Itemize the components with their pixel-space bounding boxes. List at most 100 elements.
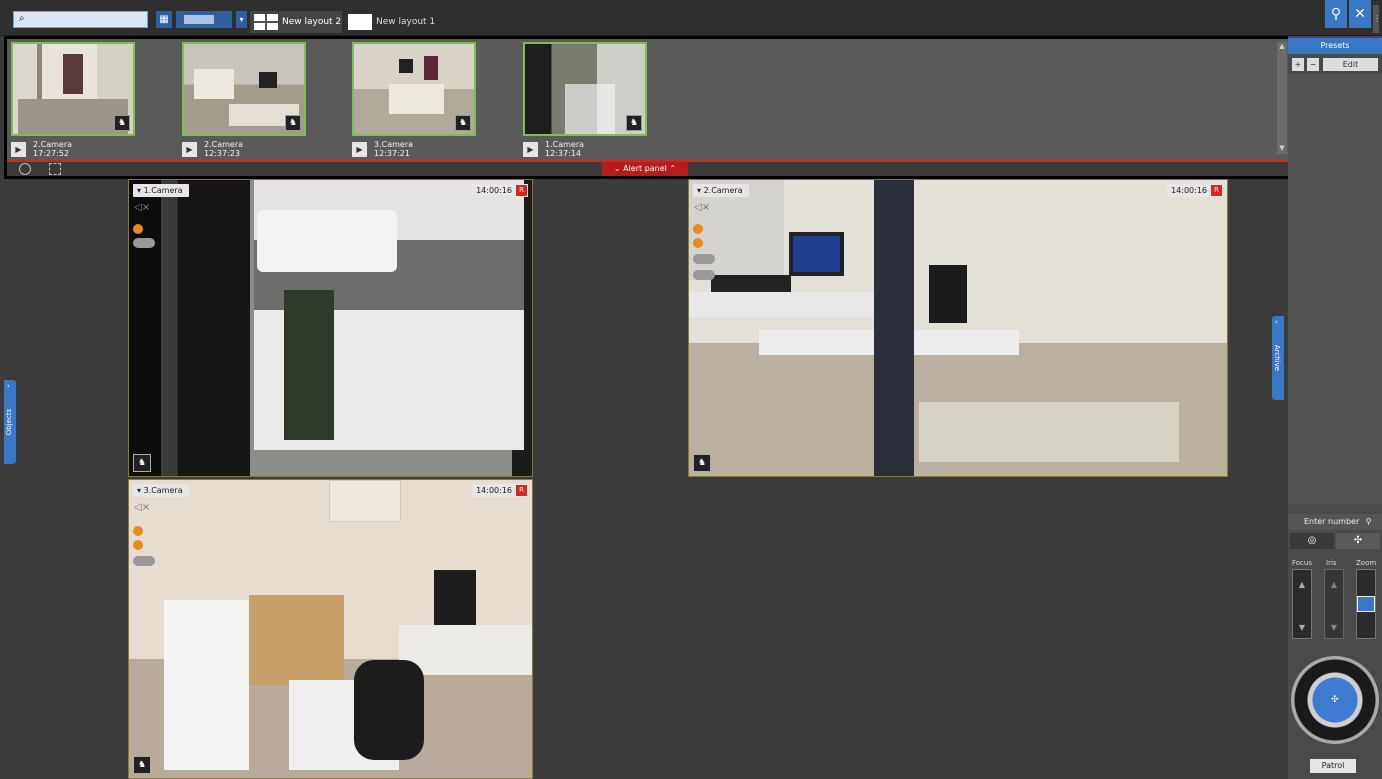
edit-preset-button[interactable]: Edit <box>1323 58 1378 71</box>
chevron-down-icon[interactable]: ▾ <box>236 11 247 28</box>
toggle-icon[interactable] <box>693 254 715 264</box>
alert-panel-toggle[interactable]: ⌄ Alert panel ⌃ <box>602 162 688 176</box>
arrow-down-icon[interactable]: ▼ <box>1293 623 1311 632</box>
alert-time: 17:27:52 <box>33 149 69 158</box>
alert-panel: ♞ ▶ 2.Camera 17:27:52 ♞ ▶ 2.Camera 12:37… <box>4 36 1293 179</box>
patrol-button[interactable]: Patrol <box>1310 759 1356 773</box>
toggle-icon[interactable] <box>133 238 155 248</box>
ptz-icon[interactable]: ♞ <box>693 454 711 472</box>
camera-title[interactable]: ▾ 3.Camera <box>133 484 189 497</box>
move-icon: ✣ <box>1331 695 1339 705</box>
objects-tab-label: Objects <box>5 408 13 436</box>
camera-timestamp: 14:00:16 R <box>472 184 528 197</box>
focus-icon[interactable] <box>49 163 61 175</box>
output-icon[interactable] <box>693 238 703 248</box>
chevron-right-icon: › <box>7 382 10 390</box>
camera-name: 3.Camera <box>143 486 183 495</box>
alert-panel-footer: ⌄ Alert panel ⌃ <box>7 162 1290 176</box>
speaker-icon[interactable]: ◁× <box>694 202 710 213</box>
layout-thumbnail-icon <box>254 14 278 30</box>
chevron-left-icon: ‹ <box>1275 318 1278 326</box>
tab-new-layout-2[interactable]: New layout 2 <box>250 11 342 33</box>
camera-tile-1[interactable]: ▾ 1.Camera 14:00:16 R ◁× ♞ <box>128 179 533 477</box>
alert-camera-name: 1.Camera <box>545 140 585 149</box>
zoom-slider-handle[interactable] <box>1357 596 1375 612</box>
pin-icon[interactable]: ⚲ <box>1366 517 1372 526</box>
grid-icon[interactable]: ▦ <box>156 11 172 28</box>
ptz-joystick[interactable]: ✣ <box>1291 656 1379 744</box>
enter-number-field[interactable]: Enter number ⚲ <box>1288 514 1382 530</box>
speaker-icon[interactable]: ◁× <box>134 202 150 213</box>
alert-thumbnail[interactable]: ♞ <box>11 42 135 136</box>
output-icon[interactable] <box>133 224 143 234</box>
top-toolbar: ⌕ ▦ ▾ New layout 2 New layout 1 ⚲ ✕ ⋮ <box>0 0 1382 36</box>
timestamp-text: 14:00:16 <box>476 486 512 495</box>
layout-picker-button[interactable] <box>176 11 232 28</box>
camera-title[interactable]: ▾ 1.Camera <box>133 184 189 197</box>
alert-camera-name: 3.Camera <box>374 140 414 149</box>
zoom-slider[interactable] <box>1356 569 1376 639</box>
play-icon[interactable]: ▶ <box>523 142 538 157</box>
more-icon[interactable]: ⋮ <box>1373 5 1381 33</box>
play-icon[interactable]: ▶ <box>182 142 197 157</box>
alert-item[interactable]: ♞ ▶ 3.Camera 12:37:21 <box>352 42 476 162</box>
ptz-mode-move-icon[interactable]: ✣ <box>1336 533 1380 549</box>
focus-label: Focus <box>1292 559 1312 567</box>
layout-thumbnail-icon <box>348 14 372 30</box>
add-preset-button[interactable]: + <box>1292 58 1304 71</box>
camera-title[interactable]: ▾ 2.Camera <box>693 184 749 197</box>
search-input[interactable]: ⌕ <box>13 11 148 28</box>
arrow-up-icon[interactable]: ▲ <box>1293 580 1311 589</box>
toggle-icon[interactable] <box>693 270 715 280</box>
presets-list[interactable] <box>1288 74 1382 504</box>
alert-item[interactable]: ♞ ▶ 1.Camera 12:37:14 <box>523 42 647 162</box>
camera-tile-3[interactable]: ▾ 3.Camera 14:00:16 R ◁× ♞ <box>128 479 533 779</box>
output-icon[interactable] <box>133 540 143 550</box>
play-icon[interactable]: ▶ <box>352 142 367 157</box>
camera-name: 1.Camera <box>143 186 183 195</box>
archive-tab-label: Archive <box>1273 344 1281 372</box>
ptz-mode-circle-icon[interactable]: ◎ <box>1290 533 1334 549</box>
scroll-up-icon[interactable]: ▲ <box>1277 42 1287 52</box>
ptz-icon[interactable]: ♞ <box>133 454 151 472</box>
alert-thumbnail[interactable]: ♞ <box>352 42 476 136</box>
presets-header: Presets <box>1288 38 1382 54</box>
tab-new-layout-1[interactable]: New layout 1 <box>344 11 436 33</box>
ptz-right-panel: Presets + − Edit Enter number ⚲ ◎ ✣ Focu… <box>1288 36 1382 779</box>
alert-time: 12:37:23 <box>204 149 240 158</box>
rec-icon: R <box>1211 185 1222 196</box>
timestamp-text: 14:00:16 <box>1171 186 1207 195</box>
alert-camera-name: 2.Camera <box>33 140 73 149</box>
zoom-search-icon[interactable]: ⚲ <box>1325 0 1347 28</box>
objects-panel-tab[interactable]: › Objects <box>4 380 16 464</box>
iris-slider[interactable]: ▲ ▼ <box>1324 569 1344 639</box>
search-icon: ⌕ <box>19 13 25 24</box>
settings-icon[interactable]: ✕ <box>1349 0 1371 28</box>
iris-label: Iris <box>1326 559 1337 567</box>
alert-item[interactable]: ♞ ▶ 2.Camera 17:27:52 <box>11 42 135 162</box>
remove-preset-button[interactable]: − <box>1307 58 1319 71</box>
arrow-up-icon[interactable]: ▲ <box>1325 580 1343 589</box>
output-icon[interactable] <box>693 224 703 234</box>
ptz-icon: ♞ <box>285 115 301 131</box>
ptz-icon[interactable]: ♞ <box>133 756 151 774</box>
focus-slider[interactable]: ▲ ▼ <box>1292 569 1312 639</box>
tab-label: New layout 2 <box>282 17 342 27</box>
camera-timestamp: 14:00:16 R <box>1167 184 1223 197</box>
play-icon[interactable]: ▶ <box>11 142 26 157</box>
arrow-down-icon[interactable]: ▼ <box>1325 623 1343 632</box>
alert-scrollbar[interactable]: ▲ ▼ <box>1277 42 1287 154</box>
output-icon[interactable] <box>133 526 143 536</box>
speaker-icon[interactable]: ◁× <box>134 502 150 513</box>
scroll-down-icon[interactable]: ▼ <box>1277 144 1287 154</box>
camera-name: 2.Camera <box>703 186 743 195</box>
archive-panel-tab[interactable]: ‹ Archive <box>1272 316 1284 400</box>
ptz-icon: ♞ <box>626 115 642 131</box>
rec-icon: R <box>516 185 527 196</box>
camera-tile-2[interactable]: ▾ 2.Camera 14:00:16 R ◁× ♞ <box>688 179 1228 477</box>
alert-item[interactable]: ♞ ▶ 2.Camera 12:37:23 <box>182 42 306 162</box>
alert-thumbnail[interactable]: ♞ <box>182 42 306 136</box>
toggle-icon[interactable] <box>133 556 155 566</box>
clock-icon[interactable] <box>19 163 31 175</box>
alert-thumbnail[interactable]: ♞ <box>523 42 647 136</box>
